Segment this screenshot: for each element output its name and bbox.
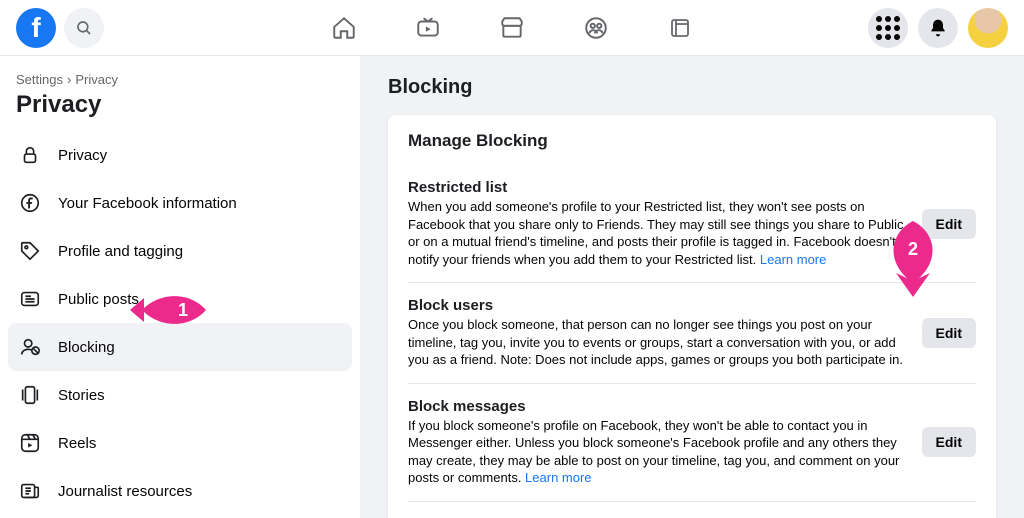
- breadcrumb-sep: ›: [67, 72, 71, 87]
- lock-icon: [16, 141, 44, 169]
- search-button[interactable]: [64, 8, 104, 48]
- watch-icon: [415, 15, 441, 41]
- sidebar-item-blocking[interactable]: Blocking: [8, 323, 352, 371]
- sidebar-item-reels[interactable]: Reels: [8, 419, 352, 467]
- section-desc: Once you block someone, that person can …: [408, 316, 906, 369]
- blocking-card: Manage Blocking Restricted list When you…: [388, 115, 996, 518]
- profile-avatar[interactable]: [968, 8, 1008, 48]
- sidebar-item-label: Blocking: [58, 339, 115, 356]
- section-desc: If you block someone's profile on Facebo…: [408, 417, 906, 487]
- section-title: Block messages: [408, 398, 906, 415]
- block-user-icon: [16, 333, 44, 361]
- section-title: Block users: [408, 297, 906, 314]
- card-title: Manage Blocking: [408, 131, 976, 151]
- nav-news[interactable]: [666, 14, 694, 42]
- sidebar-item-label: Stories: [58, 387, 105, 404]
- breadcrumb: Settings › Privacy: [8, 72, 352, 91]
- page-title: Blocking: [388, 76, 996, 99]
- search-icon: [75, 19, 93, 37]
- section-block-users: Block users Once you block someone, that…: [408, 283, 976, 384]
- facebook-circle-icon: [16, 189, 44, 217]
- top-nav-left: f: [16, 8, 104, 48]
- section-restricted-list: Restricted list When you add someone's p…: [408, 165, 976, 283]
- nav-watch[interactable]: [414, 14, 442, 42]
- sidebar-item-label: Privacy: [58, 147, 107, 164]
- sidebar-item-stories[interactable]: Stories: [8, 371, 352, 419]
- main-content: Blocking Manage Blocking Restricted list…: [360, 56, 1024, 518]
- section-title: Restricted list: [408, 179, 906, 196]
- settings-sidebar: Settings › Privacy Privacy Privacy Your Fa…: [0, 56, 360, 518]
- sidebar-item-public-posts[interactable]: Public posts: [8, 275, 352, 323]
- sidebar-item-label: Profile and tagging: [58, 243, 183, 260]
- menu-grid-icon: [876, 16, 900, 40]
- stories-icon: [16, 381, 44, 409]
- section-block-app-invites: Block app invites Once you block app inv…: [408, 502, 976, 518]
- edit-button-messages[interactable]: Edit: [922, 427, 976, 457]
- nav-home[interactable]: [330, 14, 358, 42]
- edit-button-restricted[interactable]: Edit: [922, 209, 976, 239]
- bell-icon: [928, 18, 948, 38]
- groups-icon: [583, 15, 609, 41]
- sidebar-item-journalist[interactable]: Journalist resources: [8, 467, 352, 515]
- menu-button[interactable]: [868, 8, 908, 48]
- sidebar-item-profile-tagging[interactable]: Profile and tagging: [8, 227, 352, 275]
- section-desc: When you add someone's profile to your R…: [408, 198, 906, 268]
- sidebar-item-label: Public posts: [58, 291, 139, 308]
- sidebar-item-label: Your Facebook information: [58, 195, 237, 212]
- nav-groups[interactable]: [582, 14, 610, 42]
- nav-marketplace[interactable]: [498, 14, 526, 42]
- facebook-logo[interactable]: f: [16, 8, 56, 48]
- breadcrumb-root[interactable]: Settings: [16, 72, 63, 87]
- sidebar-item-privacy[interactable]: Privacy: [8, 131, 352, 179]
- edit-button-users[interactable]: Edit: [922, 318, 976, 348]
- sidebar-title: Privacy: [8, 91, 352, 131]
- newspaper-icon: [16, 285, 44, 313]
- notifications-button[interactable]: [918, 8, 958, 48]
- learn-more-link[interactable]: Learn more: [760, 252, 826, 267]
- home-icon: [331, 15, 357, 41]
- top-nav: f: [0, 0, 1024, 56]
- reels-icon: [16, 429, 44, 457]
- sidebar-item-your-info[interactable]: Your Facebook information: [8, 179, 352, 227]
- tag-icon: [16, 237, 44, 265]
- marketplace-icon: [499, 15, 525, 41]
- top-nav-center: [330, 14, 694, 42]
- journalist-icon: [16, 477, 44, 505]
- sidebar-item-label: Reels: [58, 435, 96, 452]
- news-icon: [668, 16, 692, 40]
- top-nav-right: [868, 8, 1008, 48]
- section-block-messages: Block messages If you block someone's pr…: [408, 384, 976, 502]
- sidebar-item-label: Journalist resources: [58, 483, 192, 500]
- breadcrumb-leaf[interactable]: Privacy: [75, 72, 118, 87]
- learn-more-link[interactable]: Learn more: [525, 470, 591, 485]
